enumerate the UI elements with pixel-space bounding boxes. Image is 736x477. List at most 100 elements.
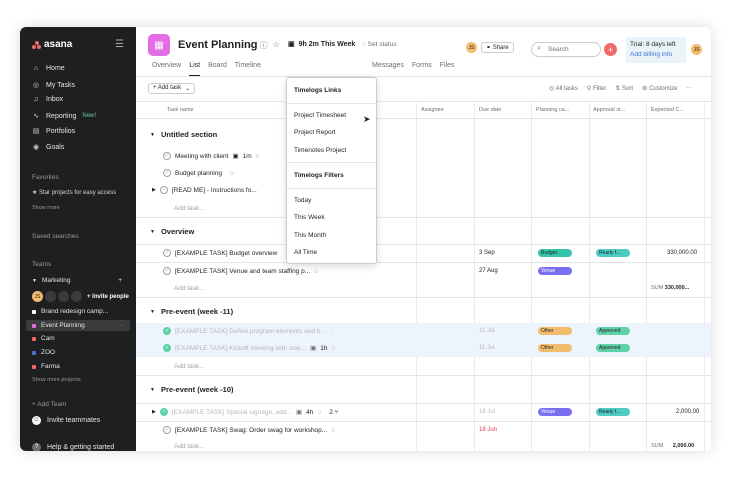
subtask-icon[interactable]: ◌ xyxy=(256,153,260,160)
column-header-approval[interactable]: Approval st... xyxy=(593,107,625,113)
menu-item-timenotes-project[interactable]: Timenotes Project xyxy=(294,147,346,154)
task-name[interactable]: ✓ Meeting with client ▣ 1m ◌ xyxy=(163,152,260,160)
sidebar-item-inbox[interactable]: ♫ Inbox xyxy=(32,96,63,103)
timelogs-timer[interactable]: ▣ 9h 2m This Week xyxy=(288,40,355,49)
table-row[interactable]: ✓ [EXAMPLE TASK] Define program elements… xyxy=(136,323,711,340)
table-row[interactable]: ✓ [EXAMPLE TASK] Swag: Order swag for wo… xyxy=(136,422,711,439)
tab-messages[interactable]: Messages xyxy=(368,62,408,69)
task-name[interactable]: ✓ [EXAMPLE TASK] Swag: Order swag for wo… xyxy=(163,426,335,434)
chevron-down-icon[interactable]: ⌄ xyxy=(248,40,255,51)
chevron-down-icon[interactable]: ▼ xyxy=(150,132,155,138)
menu-item-this-week[interactable]: This Week xyxy=(294,214,325,221)
add-task-row[interactable]: Add task... xyxy=(174,443,205,450)
section-header[interactable]: ▼ Untitled section xyxy=(150,130,217,139)
chevron-down-icon[interactable]: ▼ xyxy=(150,309,155,315)
section-header[interactable]: ▼ Overview xyxy=(150,227,194,236)
table-row[interactable]: ✓ Budget planning ◌ xyxy=(136,165,711,182)
add-task-row[interactable]: Add task... xyxy=(174,205,205,212)
approval-pill[interactable]: Approved xyxy=(596,344,630,352)
check-icon[interactable]: ✓ xyxy=(163,327,171,335)
section-header[interactable]: ▼ Pre-event (week -10) xyxy=(150,385,234,394)
sidebar-project-active[interactable]: Event Planning ··· xyxy=(26,320,130,331)
saved-searches-heading[interactable]: Saved searches xyxy=(32,233,79,240)
menu-item-all-time[interactable]: All Time xyxy=(294,249,317,256)
column-header-task-name[interactable]: Task name xyxy=(167,107,194,113)
planning-pill[interactable]: Venue xyxy=(538,267,572,275)
task-name[interactable]: ✓ [EXAMPLE TASK] Budget overview ◌ xyxy=(163,249,289,257)
subtask-icon[interactable]: ◌ xyxy=(314,268,318,275)
subtask-icon[interactable]: ◌ xyxy=(230,170,234,177)
sort-button[interactable]: ⇅ Sort xyxy=(615,85,633,92)
sidebar-project[interactable]: Cam xyxy=(32,335,128,342)
tab-forms[interactable]: Forms xyxy=(408,62,436,69)
add-project-icon[interactable]: + xyxy=(118,277,122,284)
sidebar-item-my-tasks[interactable]: ◎ My Tasks xyxy=(32,81,75,90)
invite-teammates-button[interactable]: ☺ Invite teammates xyxy=(32,416,100,425)
teams-heading[interactable]: Teams xyxy=(32,261,51,268)
planning-pill[interactable]: Budget... xyxy=(538,249,572,257)
tab-overview[interactable]: Overview xyxy=(148,62,185,69)
more-icon[interactable]: ··· xyxy=(118,322,125,329)
menu-item-project-timesheet[interactable]: Project Timesheet xyxy=(294,112,346,119)
column-header-planning[interactable]: Planning ca... xyxy=(536,107,569,113)
avatar[interactable]: JS xyxy=(32,291,43,302)
due-date[interactable]: 18 Jun xyxy=(479,427,497,433)
chevron-down-icon[interactable]: ▼ xyxy=(150,229,155,235)
page-title[interactable]: Event Planning xyxy=(178,39,257,51)
table-row[interactable]: ▶ ✓ [EXAMPLE TASK] Special signage, add.… xyxy=(136,404,711,421)
sidebar-item-reporting[interactable]: ∿ Reporting New! xyxy=(32,112,96,121)
planning-pill[interactable]: Other xyxy=(538,327,572,335)
task-name[interactable]: ✓ [EXAMPLE TASK] Venue and team staffing… xyxy=(163,267,318,275)
planning-pill[interactable]: Venue xyxy=(538,408,572,416)
task-name[interactable]: ✓ [EXAMPLE TASK] Kickoff meeting with st… xyxy=(163,344,335,352)
task-name[interactable]: ▶ ✓ [EXAMPLE TASK] Special signage, add.… xyxy=(152,408,339,416)
more-options-icon[interactable]: ··· xyxy=(686,85,692,92)
check-icon[interactable]: ✓ xyxy=(163,426,171,434)
show-more-link[interactable]: Show more xyxy=(32,205,60,211)
subtask-icon[interactable]: ◌ xyxy=(332,345,336,352)
asana-logo[interactable]: asana xyxy=(32,39,72,50)
collapse-sidebar-icon[interactable]: ☰ xyxy=(115,39,124,50)
invite-people-link[interactable]: + Invite people xyxy=(87,294,129,300)
task-name[interactable]: ✓ [EXAMPLE TASK] Define program elements… xyxy=(163,327,334,335)
expected-cost[interactable]: 330,000.00 xyxy=(667,250,697,256)
expand-icon[interactable]: ▶ xyxy=(152,187,156,193)
set-status-button[interactable]: ◌ Set status xyxy=(362,41,397,48)
due-date[interactable]: 16 Jul xyxy=(479,409,495,415)
check-icon[interactable]: ✓ xyxy=(159,408,168,416)
approval-pill[interactable]: Approved xyxy=(596,327,630,335)
tab-timeline[interactable]: Timeline xyxy=(231,62,265,69)
table-row[interactable]: ✓ [EXAMPLE TASK] Venue and team staffing… xyxy=(136,263,711,280)
share-button[interactable]: ⚭ Share xyxy=(481,42,514,53)
due-date[interactable]: 11 Jul xyxy=(479,345,495,351)
column-header-assignee[interactable]: Assignee xyxy=(421,107,444,113)
help-button[interactable]: ? Help & getting started xyxy=(32,443,114,451)
show-more-projects-link[interactable]: Show more projects xyxy=(32,377,81,383)
subtask-count[interactable]: 2 ⑂ xyxy=(329,409,338,416)
column-header-due-date[interactable]: Due date xyxy=(479,107,501,113)
add-team-button[interactable]: + Add Team xyxy=(32,401,66,408)
menu-item-project-report[interactable]: Project Report xyxy=(294,129,336,136)
subtask-icon[interactable]: ◌ xyxy=(330,328,334,335)
expected-cost[interactable]: 2,000.00 xyxy=(676,409,699,415)
due-date[interactable]: 3 Sep xyxy=(479,250,495,256)
planning-pill[interactable]: Other xyxy=(538,344,572,352)
subtask-icon[interactable]: ◌ xyxy=(317,409,321,416)
sidebar-project[interactable]: Brand redesign camp... xyxy=(32,308,128,315)
check-icon[interactable]: ✓ xyxy=(163,169,171,177)
project-calendar-icon[interactable]: ▦ xyxy=(148,34,170,56)
sidebar-item-home[interactable]: ⌂ Home xyxy=(32,65,65,72)
quick-add-button[interactable]: + xyxy=(604,43,617,56)
favorites-heading[interactable]: Favorites xyxy=(32,174,59,181)
table-row[interactable]: ✓ [EXAMPLE TASK] Kickoff meeting with st… xyxy=(136,340,711,357)
check-icon[interactable]: ✓ xyxy=(163,249,171,257)
task-name[interactable]: ✓ Budget planning ◌ xyxy=(163,169,234,177)
section-header[interactable]: ▼ Pre-event (week -11) xyxy=(150,307,233,316)
add-task-row[interactable]: Add task... xyxy=(174,285,205,292)
approval-pill[interactable]: Ready f... xyxy=(596,408,630,416)
search-input[interactable]: ⌕ Search xyxy=(531,42,601,57)
sidebar-item-goals[interactable]: ◉ Goals xyxy=(32,143,64,152)
chevron-down-icon[interactable]: ▼ xyxy=(150,387,155,393)
tab-files[interactable]: Files xyxy=(436,62,459,69)
add-task-row[interactable]: Add task... xyxy=(174,363,205,370)
